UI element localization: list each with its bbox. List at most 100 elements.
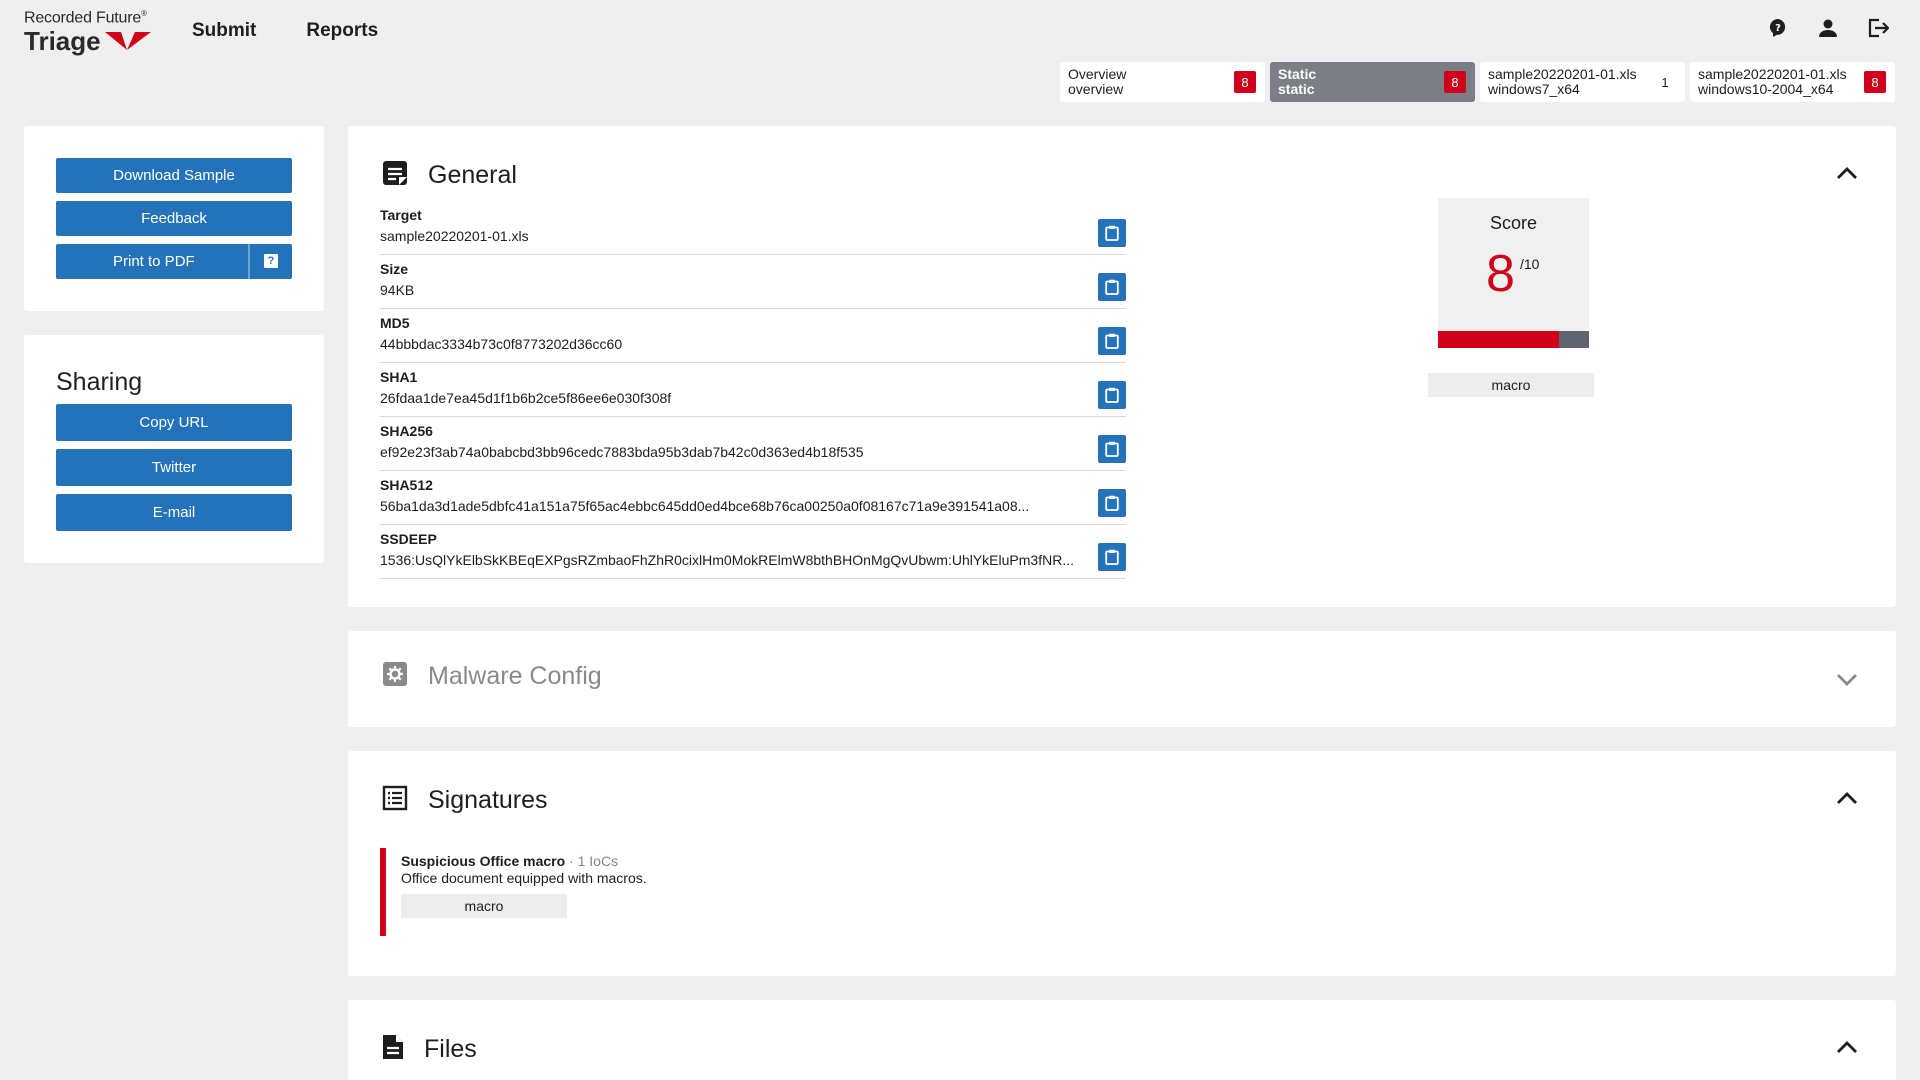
expand-malware-config-chevron-down-icon[interactable] bbox=[1836, 673, 1858, 687]
clipboard-icon bbox=[1105, 279, 1119, 295]
score-label: Score bbox=[1489, 213, 1538, 233]
feedback-button[interactable]: Feedback bbox=[56, 201, 292, 236]
field-value[interactable]: 56ba1da3d1ade5dbfc41a151a75f65ac4ebbc645… bbox=[380, 498, 1092, 514]
field-label: SHA1 bbox=[380, 369, 418, 385]
copy-button[interactable] bbox=[1098, 543, 1126, 571]
general-field-row: Size 94KB bbox=[380, 255, 1126, 309]
signatures-title: Signatures bbox=[428, 786, 548, 814]
field-value[interactable]: sample20220201-01.xls bbox=[380, 228, 1092, 244]
twitter-label: Twitter bbox=[151, 459, 197, 476]
header-icons: ? bbox=[1766, 16, 1890, 40]
copy-button[interactable] bbox=[1098, 273, 1126, 301]
logo-registered-mark: ® bbox=[141, 9, 147, 18]
copy-button[interactable] bbox=[1098, 489, 1126, 517]
malware-config-panel[interactable]: Malware Config bbox=[348, 631, 1896, 727]
report-tab[interactable]: Static static 8 bbox=[1270, 62, 1475, 102]
files-header: Files bbox=[382, 1034, 477, 1065]
clipboard-icon bbox=[1105, 333, 1119, 349]
logout-icon[interactable] bbox=[1866, 16, 1890, 40]
sharing-title: Sharing bbox=[56, 368, 143, 396]
logo[interactable]: Recorded Future® Triage bbox=[24, 9, 151, 55]
report-tab[interactable]: sample20220201-01.xls windows7_x64 1 bbox=[1480, 62, 1685, 102]
files-title: Files bbox=[424, 1035, 477, 1063]
svg-text:?: ? bbox=[1775, 23, 1781, 34]
malware-config-header: Malware Config bbox=[382, 661, 602, 692]
print-to-pdf-button[interactable]: Print to PDF ? bbox=[56, 244, 292, 279]
download-sample-button[interactable]: Download Sample bbox=[56, 158, 292, 193]
general-field-row: SHA512 56ba1da3d1ade5dbfc41a151a75f65ac4e… bbox=[380, 471, 1126, 525]
print-button-divider bbox=[248, 244, 250, 279]
tab-title: sample20220201-01.xls bbox=[1488, 66, 1637, 82]
field-label: Target bbox=[380, 207, 422, 223]
copy-button[interactable] bbox=[1098, 435, 1126, 463]
signature-item[interactable]: Suspicious Office macro · 1 IoCs Office … bbox=[380, 848, 1280, 936]
signature-tag: macro bbox=[401, 894, 567, 918]
field-label: MD5 bbox=[380, 315, 410, 331]
report-tab[interactable]: Overview overview 8 bbox=[1060, 62, 1265, 102]
clipboard-icon bbox=[1105, 441, 1119, 457]
copy-button[interactable] bbox=[1098, 219, 1126, 247]
twitter-button[interactable]: Twitter bbox=[56, 449, 292, 486]
tab-score-badge: 8 bbox=[1444, 71, 1466, 93]
list-icon bbox=[382, 785, 408, 816]
general-title: General bbox=[428, 161, 517, 189]
logo-company: Recorded Future bbox=[24, 9, 142, 27]
collapse-general-chevron-up-icon[interactable] bbox=[1836, 166, 1858, 180]
clipboard-icon bbox=[1105, 387, 1119, 403]
general-header: General bbox=[382, 160, 517, 191]
copy-url-label: Copy URL bbox=[139, 414, 209, 431]
copy-url-button[interactable]: Copy URL bbox=[56, 404, 292, 441]
note-icon bbox=[382, 160, 408, 191]
score-tag: macro bbox=[1428, 373, 1594, 397]
clipboard-icon bbox=[1105, 495, 1119, 511]
general-panel: General Target sample20220201-01.xls Size 9… bbox=[348, 126, 1896, 607]
print-help-icon[interactable]: ? bbox=[264, 254, 278, 268]
signature-ioc-count[interactable]: · 1 IoCs bbox=[565, 853, 618, 869]
account-icon[interactable] bbox=[1816, 16, 1840, 40]
tab-score-badge: 1 bbox=[1661, 74, 1669, 90]
copy-button[interactable] bbox=[1098, 327, 1126, 355]
signature-name: Suspicious Office macro bbox=[401, 853, 566, 869]
report-tab[interactable]: sample20220201-01.xls windows10-2004_x64 8 bbox=[1690, 62, 1895, 102]
field-label: SHA512 bbox=[380, 477, 433, 493]
report-tabs: Overview overview 8 Static static 8 sample2022… bbox=[1060, 62, 1895, 102]
download-sample-label: Download Sample bbox=[113, 167, 235, 184]
tab-title: sample20220201-01.xls bbox=[1698, 66, 1847, 82]
copy-button[interactable] bbox=[1098, 381, 1126, 409]
field-value[interactable]: 26fdaa1de7ea45d1f1b6b2ce5f86ee6e030f308f bbox=[380, 390, 1092, 406]
logo-mark-icon bbox=[104, 30, 151, 52]
collapse-signatures-chevron-up-icon[interactable] bbox=[1836, 791, 1858, 805]
score-value: 8 bbox=[1486, 245, 1515, 303]
malware-config-title: Malware Config bbox=[428, 662, 602, 690]
general-field-row: SSDEEP 1536:UsQlYkElbSkKBEqEXPgsRZmbaoFhZ… bbox=[380, 525, 1126, 579]
tab-subtitle: static bbox=[1278, 81, 1315, 97]
clipboard-icon bbox=[1105, 549, 1119, 565]
sharing-card: Sharing Copy URL Twitter E-mail bbox=[24, 335, 324, 563]
tab-title: Overview bbox=[1068, 66, 1127, 82]
score-max: /10 bbox=[1520, 256, 1540, 272]
field-value[interactable]: 44bbbdac3334b73c0f8773202d36cc60 bbox=[380, 336, 1092, 352]
print-to-pdf-label: Print to PDF bbox=[113, 253, 195, 270]
score-box: Score 8 /10 bbox=[1438, 198, 1589, 348]
signature-description: Office document equipped with macros. bbox=[401, 870, 647, 886]
nav-submit[interactable]: Submit bbox=[192, 20, 256, 42]
field-value[interactable]: ef92e23f3ab74a0babcbd3bb96cedc7883bda95b… bbox=[380, 444, 1092, 460]
email-label: E-mail bbox=[152, 504, 196, 521]
field-value[interactable]: 94KB bbox=[380, 282, 1092, 298]
collapse-files-chevron-up-icon[interactable] bbox=[1836, 1040, 1858, 1054]
feedback-label: Feedback bbox=[141, 210, 207, 227]
score-bar-fill bbox=[1438, 331, 1559, 348]
email-button[interactable]: E-mail bbox=[56, 494, 292, 531]
field-value[interactable]: 1536:UsQlYkElbSkKBEqEXPgsRZmbaoFhZhR0cix… bbox=[380, 552, 1092, 568]
general-field-row: SHA256 ef92e23f3ab74a0babcbd3bb96cedc7883… bbox=[380, 417, 1126, 471]
file-icon bbox=[382, 1034, 404, 1065]
clipboard-icon bbox=[1105, 225, 1119, 241]
tab-subtitle: windows7_x64 bbox=[1488, 81, 1580, 97]
top-header: Recorded Future® Triage Submit Reports ? bbox=[0, 0, 1920, 62]
nav-reports[interactable]: Reports bbox=[306, 20, 378, 42]
general-field-row: Target sample20220201-01.xls bbox=[380, 201, 1126, 255]
actions-card: Download Sample Feedback Print to PDF ? bbox=[24, 126, 324, 311]
tab-score-badge: 8 bbox=[1234, 71, 1256, 93]
help-bubble-icon[interactable]: ? bbox=[1766, 16, 1790, 40]
tab-title: Static bbox=[1278, 66, 1317, 82]
